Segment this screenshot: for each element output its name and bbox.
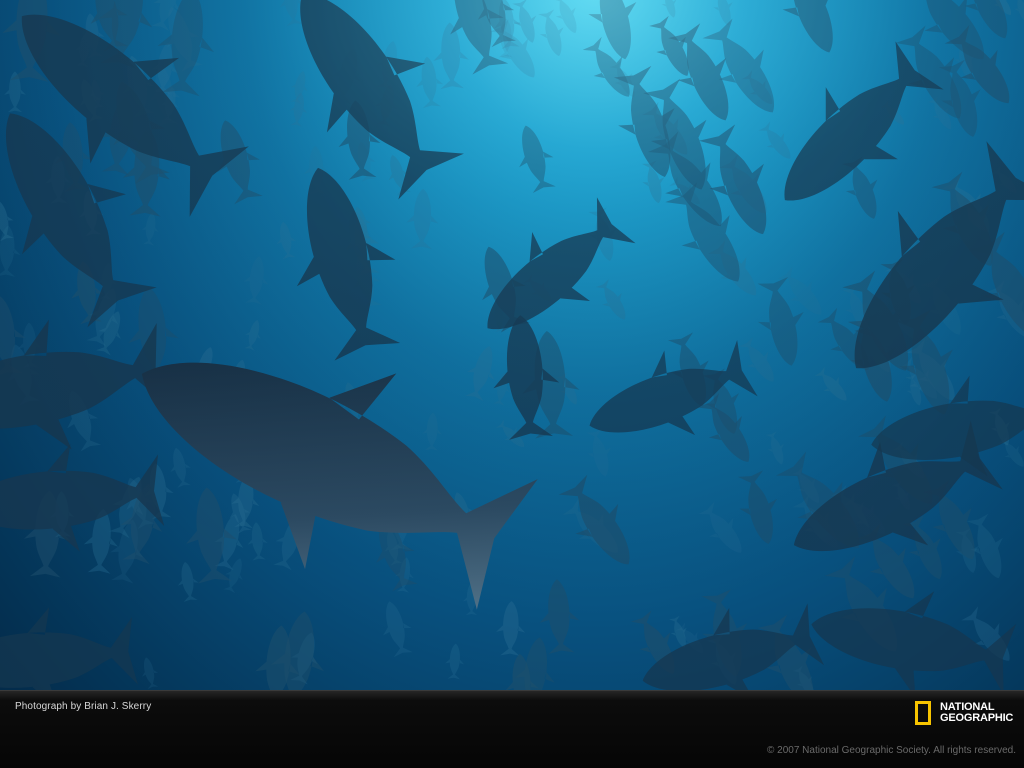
logo-line-2: GEOGRAPHIC bbox=[940, 712, 1014, 724]
logo-wordmark: NATIONAL GEOGRAPHIC bbox=[940, 702, 1013, 724]
wallpaper: Photograph by Brian J. Skerry NATIONAL G… bbox=[0, 0, 1024, 768]
yellow-rectangle-icon bbox=[915, 701, 931, 725]
copyright-notice: © 2007 National Geographic Society. All … bbox=[767, 745, 1016, 756]
tuna-school-photo bbox=[0, 0, 1024, 690]
photo-credit: Photograph by Brian J. Skerry bbox=[15, 701, 152, 712]
fish-school bbox=[0, 0, 1024, 690]
footer-bar: Photograph by Brian J. Skerry NATIONAL G… bbox=[0, 690, 1024, 768]
